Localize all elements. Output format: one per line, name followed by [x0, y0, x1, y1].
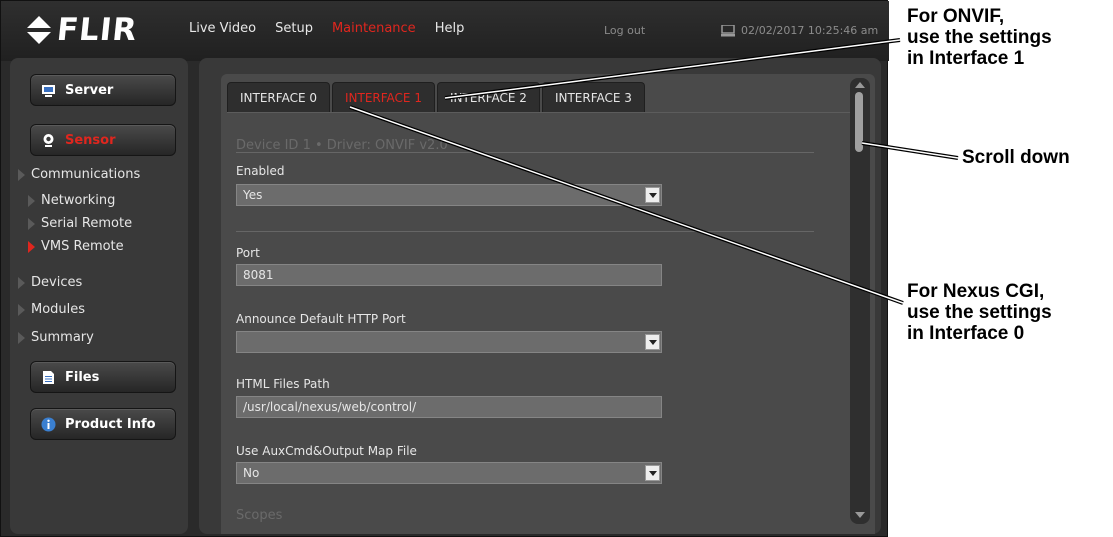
- tab-divider: [227, 112, 869, 113]
- app-window: FLIR Live Video Setup Maintenance Help L…: [0, 0, 889, 537]
- server-label: Server: [65, 82, 114, 98]
- device-section-title: Device ID 1 • Driver: ONVIF v2.0: [236, 138, 448, 153]
- top-bar: FLIR Live Video Setup Maintenance Help L…: [1, 1, 889, 61]
- tab-interface-1[interactable]: INTERFACE 1: [331, 82, 435, 112]
- expand-arrow-icon: [28, 217, 35, 230]
- nav-help[interactable]: Help: [435, 21, 465, 36]
- computer-icon: [721, 24, 735, 36]
- logout-link[interactable]: Log out: [604, 24, 645, 37]
- top-nav: Live Video Setup Maintenance Help: [189, 21, 483, 36]
- nav-live-video[interactable]: Live Video: [189, 21, 256, 36]
- datetime-text: 02/02/2017 10:25:46 am: [741, 24, 879, 37]
- scroll-down-callout: Scroll down: [962, 147, 1070, 168]
- tab-interface-0[interactable]: INTERFACE 0: [227, 82, 330, 112]
- sidebar-item-label: Devices: [31, 275, 83, 290]
- onvif-callout: For ONVIF, use the settings in Interface…: [907, 6, 1052, 69]
- callout-line: use the settings: [907, 27, 1052, 48]
- info-icon: [41, 417, 56, 431]
- html-files-path-input[interactable]: /usr/local/nexus/web/control/: [236, 396, 662, 418]
- callout-line: For Nexus CGI,: [907, 281, 1045, 302]
- server-button[interactable]: Server: [30, 74, 176, 106]
- sidebar-item-communications[interactable]: Communications: [18, 167, 140, 182]
- sidebar-item-devices[interactable]: Devices: [18, 275, 82, 290]
- scopes-section-title: Scopes: [236, 508, 283, 523]
- files-button[interactable]: Files: [30, 361, 176, 393]
- sensor-label: Sensor: [65, 132, 116, 148]
- interface-tabs: INTERFACE 0 INTERFACE 1 INTERFACE 2 INTE…: [227, 82, 647, 112]
- sidebar-item-label: Serial Remote: [41, 216, 133, 231]
- sensor-icon: [43, 133, 54, 147]
- section-divider: [236, 152, 814, 153]
- interface-content: INTERFACE 0 INTERFACE 1 INTERFACE 2 INTE…: [221, 74, 875, 534]
- announce-http-port-label: Announce Default HTTP Port: [236, 312, 406, 326]
- file-icon: [43, 370, 54, 384]
- main-panel: INTERFACE 0 INTERFACE 1 INTERFACE 2 INTE…: [199, 58, 881, 534]
- sensor-button[interactable]: Sensor: [30, 124, 176, 156]
- callout-line: in Interface 0: [907, 323, 1025, 344]
- enabled-label: Enabled: [236, 164, 285, 178]
- section-divider: [236, 231, 814, 232]
- scroll-down-arrow-icon[interactable]: [855, 512, 865, 518]
- selected-arrow-icon: [28, 240, 35, 253]
- sidebar-item-vms-remote[interactable]: VMS Remote: [28, 239, 124, 254]
- enabled-select[interactable]: Yes: [236, 184, 662, 206]
- callout-line: For ONVIF,: [907, 6, 1005, 27]
- sidebar-item-serial-remote[interactable]: Serial Remote: [28, 216, 132, 231]
- sidebar-item-networking[interactable]: Networking: [28, 193, 115, 208]
- product-info-button[interactable]: Product Info: [30, 408, 176, 440]
- sidebar-item-label: Networking: [41, 193, 116, 208]
- flir-logo: FLIR: [25, 12, 140, 48]
- sidebar-item-summary[interactable]: Summary: [18, 330, 94, 345]
- datetime-display: 02/02/2017 10:25:46 am: [721, 24, 878, 37]
- port-input[interactable]: 8081: [236, 264, 662, 286]
- auxcmd-map-label: Use AuxCmd&Output Map File: [236, 444, 417, 458]
- callout-line: in Interface 1: [907, 48, 1025, 69]
- nexus-cgi-callout: For Nexus CGI, use the settings in Inter…: [907, 281, 1052, 344]
- nav-maintenance[interactable]: Maintenance: [332, 21, 416, 36]
- expand-arrow-icon: [18, 168, 25, 181]
- sidebar-item-label: Modules: [31, 302, 86, 317]
- dropdown-arrow-icon[interactable]: [645, 187, 660, 203]
- nav-setup[interactable]: Setup: [275, 21, 313, 36]
- tab-interface-2[interactable]: INTERFACE 2: [436, 82, 540, 112]
- html-files-path-label: HTML Files Path: [236, 377, 330, 391]
- expand-arrow-icon: [18, 331, 25, 344]
- expand-arrow-icon: [28, 194, 35, 207]
- scroll-up-arrow-icon[interactable]: [855, 82, 865, 88]
- flir-logo-icon: [25, 16, 53, 44]
- expand-arrow-icon: [18, 276, 25, 289]
- server-icon: [42, 84, 55, 97]
- expand-arrow-icon: [18, 303, 25, 316]
- dropdown-arrow-icon[interactable]: [645, 334, 660, 350]
- scrollbar[interactable]: [850, 78, 870, 524]
- auxcmd-map-select[interactable]: No: [236, 462, 662, 484]
- sidebar-item-modules[interactable]: Modules: [18, 302, 85, 317]
- dropdown-arrow-icon[interactable]: [645, 465, 660, 481]
- auxcmd-map-value: No: [243, 466, 260, 480]
- sidebar-item-label: Communications: [31, 167, 141, 182]
- announce-http-port-select[interactable]: [236, 331, 662, 353]
- sidebar: Server Sensor Communications Networking …: [10, 58, 188, 534]
- tab-interface-3[interactable]: INTERFACE 3: [541, 82, 645, 112]
- product-info-label: Product Info: [65, 416, 156, 432]
- sidebar-item-label: Summary: [31, 330, 94, 345]
- files-label: Files: [65, 369, 100, 385]
- sidebar-item-label: VMS Remote: [41, 239, 124, 254]
- flir-logo-text: FLIR: [55, 12, 140, 48]
- scroll-thumb[interactable]: [855, 92, 863, 152]
- enabled-value: Yes: [243, 188, 263, 202]
- port-label: Port: [236, 246, 260, 260]
- callout-line: use the settings: [907, 302, 1052, 323]
